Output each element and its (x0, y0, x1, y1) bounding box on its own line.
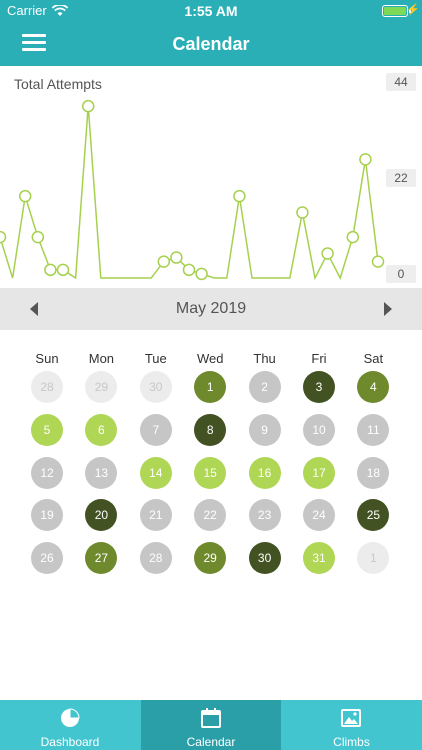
data-point[interactable] (170, 251, 183, 264)
calendar-day[interactable]: 17 (303, 456, 335, 489)
data-point[interactable] (346, 230, 360, 244)
data-point[interactable] (371, 255, 385, 268)
calendar-day[interactable]: 18 (357, 456, 390, 489)
charging-icon: ⚡ (406, 4, 420, 16)
calendar-day[interactable]: 21 (139, 499, 172, 532)
line-chart-plot (0, 99, 385, 281)
calendar-day[interactable]: 19 (31, 499, 63, 532)
series-line (0, 106, 379, 281)
weekday-label: Sun (35, 351, 59, 366)
calendar-day[interactable]: 14 (139, 456, 172, 489)
data-point[interactable] (157, 255, 171, 268)
weekday-label: Fri (311, 351, 327, 366)
calendar-day[interactable]: 9 (248, 413, 281, 446)
calendar-day[interactable]: 30 (248, 542, 281, 575)
calendar-day[interactable]: 15 (194, 456, 227, 489)
attempts-chart: Total Attempts 44 22 0 (0, 66, 422, 288)
calendar-day[interactable]: 31 (303, 542, 335, 575)
data-point[interactable] (18, 189, 32, 203)
data-point[interactable] (182, 263, 196, 277)
header-bar: Carrier 1:55 AM ⚡ Calendar (0, 0, 422, 66)
calendar-day[interactable]: 16 (248, 456, 281, 489)
tab-label: Climbs (333, 735, 370, 749)
data-point[interactable] (195, 267, 208, 281)
calendar-day[interactable]: 29 (194, 542, 227, 575)
weekday-label: Mon (88, 351, 115, 366)
calendar-day[interactable]: 22 (194, 499, 227, 532)
calendar-icon (201, 708, 221, 728)
battery-icon (382, 5, 411, 17)
tab-label: Dashboard (40, 735, 100, 749)
calendar-day[interactable]: 28 (139, 542, 172, 575)
weekday-label: Thu (253, 351, 276, 366)
calendar-day[interactable]: 7 (139, 413, 172, 446)
calendar-day[interactable]: 11 (357, 413, 390, 446)
calendar-day[interactable]: 6 (85, 413, 118, 446)
data-point[interactable] (44, 263, 57, 277)
calendar-day[interactable]: 10 (303, 413, 335, 446)
calendar-day[interactable]: 2 (248, 371, 281, 403)
month-label: May 2019 (175, 300, 247, 317)
data-point[interactable] (56, 263, 70, 277)
data-point[interactable] (296, 206, 309, 219)
calendar-day[interactable]: 27 (85, 542, 118, 575)
calendar-day[interactable]: 23 (248, 499, 281, 532)
calendar-day[interactable]: 8 (194, 413, 227, 446)
calendar-day[interactable]: 1 (194, 371, 227, 403)
image-icon (341, 709, 361, 727)
status-time: 1:55 AM (184, 3, 238, 19)
calendar-day[interactable]: 28 (31, 371, 63, 403)
calendar-day[interactable]: 20 (85, 499, 118, 532)
month-navigation: May 2019 (0, 288, 422, 330)
tab-climbs[interactable]: Climbs (281, 700, 422, 750)
calendar-day[interactable]: 30 (139, 371, 172, 403)
pie-chart-icon (61, 708, 80, 727)
weekday-label: Sat (363, 351, 384, 366)
tab-bar: Dashboard Calendar Climbs (0, 700, 422, 750)
calendar-day[interactable]: 25 (357, 499, 390, 532)
weekday-label: Wed (196, 351, 224, 366)
data-point[interactable] (81, 99, 95, 113)
calendar-day[interactable]: 4 (357, 371, 390, 403)
data-point[interactable] (233, 189, 246, 203)
page-title: Calendar (172, 34, 250, 54)
calendar-day[interactable]: 29 (85, 371, 118, 403)
data-point[interactable] (321, 247, 334, 260)
tab-label: Calendar (186, 735, 236, 749)
calendar-day[interactable]: 3 (303, 371, 335, 403)
status-bar: Carrier 1:55 AM ⚡ (0, 0, 422, 22)
data-point[interactable] (359, 153, 372, 166)
data-point[interactable] (31, 230, 45, 244)
calendar-day[interactable]: 5 (31, 413, 63, 446)
next-month-arrow-icon[interactable] (384, 302, 392, 316)
calendar-day[interactable]: 26 (31, 542, 63, 575)
calendar-day[interactable]: 12 (31, 456, 63, 489)
tab-calendar[interactable]: Calendar (141, 700, 281, 750)
calendar-day[interactable]: 13 (85, 456, 118, 489)
tab-dashboard[interactable]: Dashboard (0, 700, 140, 750)
calendar-day[interactable]: 1 (357, 542, 390, 575)
calendar-day[interactable]: 24 (303, 499, 335, 532)
weekday-label: Tue (144, 351, 167, 366)
data-point[interactable] (0, 230, 7, 244)
